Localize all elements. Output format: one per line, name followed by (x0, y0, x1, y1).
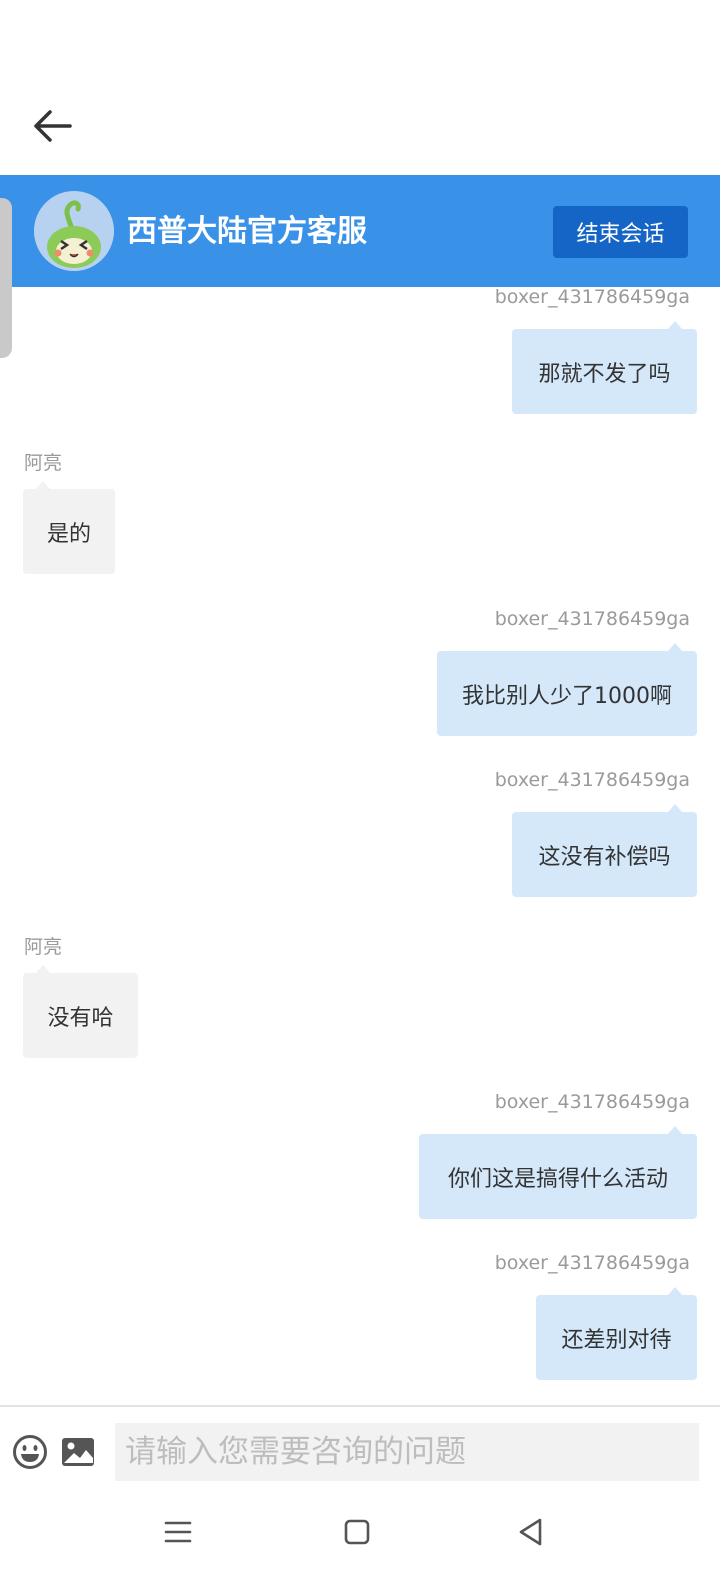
bubble-tail (668, 1287, 682, 1295)
bubble-tail (36, 965, 50, 973)
back-arrow-icon[interactable] (30, 104, 78, 148)
message-sender: 阿亮 (24, 452, 63, 474)
message-bubble: 你们这是搞得什么活动 (419, 1134, 697, 1219)
avatar (34, 191, 114, 271)
emoji-icon[interactable] (12, 1434, 48, 1474)
bubble-tail (668, 804, 682, 812)
image-icon[interactable] (60, 1436, 96, 1472)
message-bubble: 那就不发了吗 (512, 329, 697, 414)
menu-icon[interactable] (158, 1512, 198, 1552)
message-sender: boxer_431786459ga (494, 769, 690, 791)
end-session-button[interactable]: 结束会话 (553, 206, 688, 258)
message-sender: boxer_431786459ga (494, 286, 690, 308)
message-sender: 阿亮 (24, 936, 63, 958)
side-drawer-handle[interactable] (0, 198, 12, 358)
message-bubble: 是的 (23, 489, 115, 574)
message-sender: boxer_431786459ga (494, 1091, 690, 1113)
message-bubble: 这没有补偿吗 (512, 812, 697, 897)
input-divider (0, 1405, 720, 1407)
chat-title: 西普大陆官方客服 (127, 214, 367, 249)
message-bubble: 我比别人少了1000啊 (437, 651, 697, 736)
top-bar (0, 0, 720, 175)
back-triangle-icon[interactable] (512, 1512, 552, 1552)
bubble-tail (668, 321, 682, 329)
message-bubble: 没有哈 (23, 973, 138, 1058)
mascot-icon (34, 191, 114, 271)
message-bubble: 还差别对待 (536, 1295, 697, 1380)
bubble-tail (36, 481, 50, 489)
message-sender: boxer_431786459ga (494, 1252, 690, 1274)
message-sender: boxer_431786459ga (494, 608, 690, 630)
message-input[interactable] (115, 1423, 699, 1481)
bubble-tail (668, 643, 682, 651)
home-square-icon[interactable] (337, 1512, 377, 1552)
bubble-tail (668, 1126, 682, 1134)
